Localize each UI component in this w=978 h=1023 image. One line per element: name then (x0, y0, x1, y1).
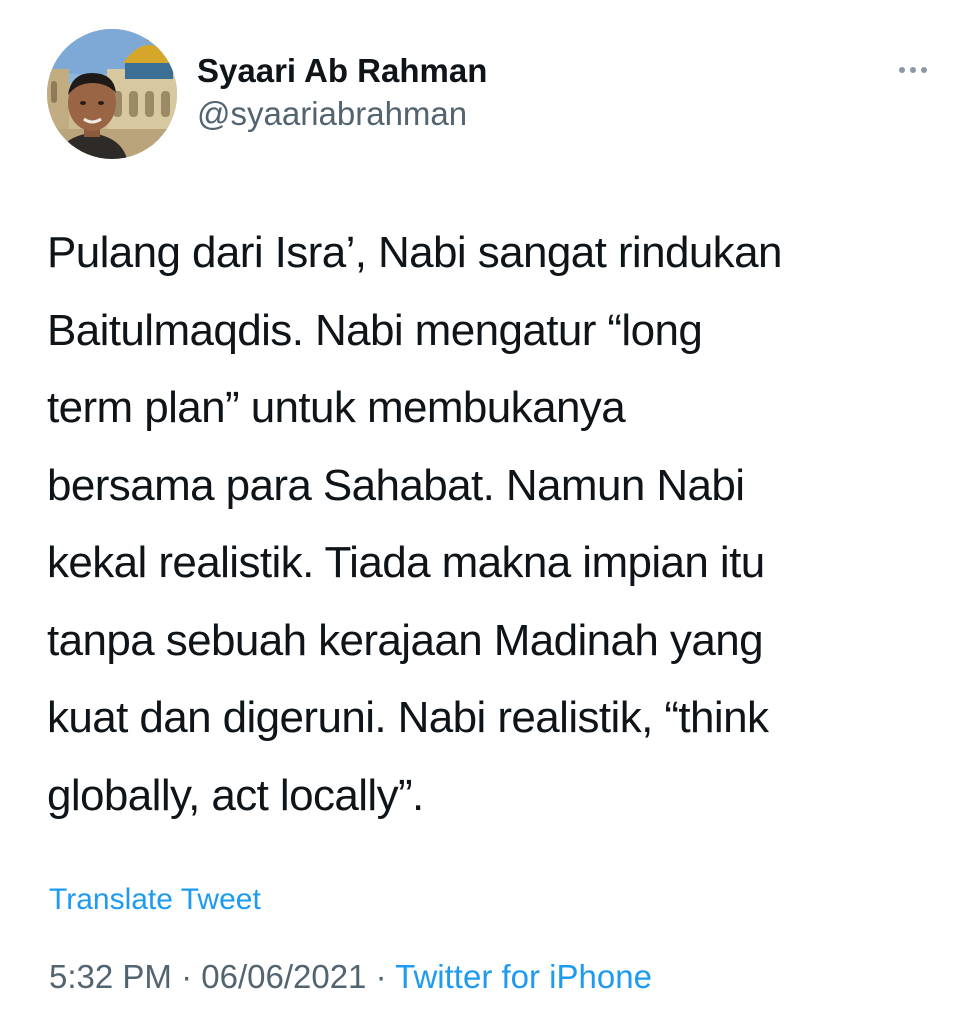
meta-separator: · (366, 958, 396, 995)
tweet-date[interactable]: 06/06/2021 (201, 958, 366, 995)
more-options-button[interactable] (889, 55, 937, 85)
translate-tweet-link[interactable]: Translate Tweet (49, 880, 261, 920)
tweet-text: Pulang dari Isra’, Nabi sangat rindukan … (47, 228, 782, 820)
tweet-source-link[interactable]: Twitter for iPhone (395, 958, 652, 995)
tweet-time[interactable]: 5:32 PM (49, 958, 172, 995)
author-display-name[interactable]: Syaari Ab Rahman (197, 51, 487, 91)
tweet-card: Syaari Ab Rahman @syaariabrahman Pulang … (0, 0, 978, 1023)
more-horizontal-icon-dot (921, 67, 927, 73)
avatar[interactable] (47, 29, 177, 159)
author-handle[interactable]: @syaariabrahman (197, 94, 487, 134)
author-names[interactable]: Syaari Ab Rahman @syaariabrahman (197, 51, 487, 134)
more-horizontal-icon-dot (910, 67, 916, 73)
avatar-photo (47, 29, 177, 159)
tweet-header: Syaari Ab Rahman @syaariabrahman (47, 29, 937, 161)
more-horizontal-icon (899, 67, 905, 73)
tweet-meta: 5:32 PM · 06/06/2021 · Twitter for iPhon… (49, 957, 652, 997)
meta-separator: · (171, 958, 202, 995)
